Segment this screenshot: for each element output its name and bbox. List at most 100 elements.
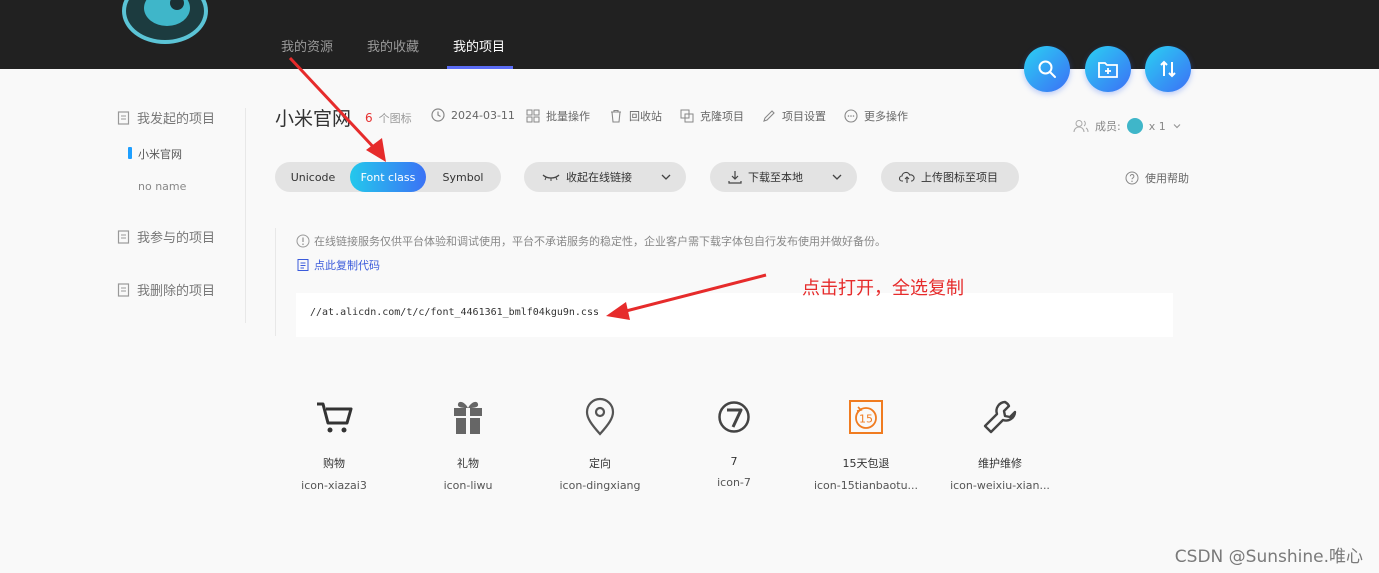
download-local-button[interactable]: 下载至本地 bbox=[710, 162, 857, 192]
icon-name: 维护维修 bbox=[978, 457, 1022, 470]
icon-count-label: 个图标 bbox=[378, 112, 412, 125]
sidebar-initiated-projects[interactable]: 我发起的项目 bbox=[117, 108, 215, 127]
notice-divider bbox=[275, 228, 276, 336]
sort-arrows-icon bbox=[1160, 60, 1176, 78]
icon-card-gift[interactable]: 礼物 icon-liwu bbox=[408, 395, 528, 492]
icon-code: icon-7 bbox=[717, 476, 751, 489]
nav-tab-my-favorites[interactable]: 我的收藏 bbox=[367, 36, 419, 55]
icon-code: icon-liwu bbox=[443, 479, 493, 492]
new-folder-button[interactable] bbox=[1085, 46, 1131, 92]
closed-eye-icon bbox=[542, 174, 560, 181]
notice-text: 在线链接服务仅供平台体验和调试使用，平台不承诺服务的稳定性，企业客户需下载字体包… bbox=[314, 235, 886, 248]
project-date: 2024-03-11 bbox=[431, 108, 515, 122]
more-icon bbox=[844, 109, 858, 123]
code-type-switch: Unicode Font class Symbol bbox=[275, 162, 501, 192]
online-link-notice: 在线链接服务仅供平台体验和调试使用，平台不承诺服务的稳定性，企业客户需下载字体包… bbox=[296, 233, 886, 249]
batch-label: 批量操作 bbox=[546, 110, 590, 123]
members-icon bbox=[1073, 120, 1089, 133]
icon-card-15-day-return[interactable]: 15 15天包退 icon-15tianbaotu... bbox=[806, 395, 926, 492]
location-pin-icon bbox=[585, 397, 615, 436]
sidebar-divider bbox=[245, 108, 246, 323]
sidebar-item-xiaomi[interactable]: 小米官网 bbox=[128, 146, 182, 162]
tab-symbol[interactable]: Symbol bbox=[425, 162, 501, 192]
tab-unicode[interactable]: Unicode bbox=[275, 162, 351, 192]
document-icon bbox=[117, 282, 130, 297]
trash-icon bbox=[611, 109, 621, 123]
css-link-code[interactable]: //at.alicdn.com/t/c/font_4461361_bmlf04k… bbox=[296, 293, 1173, 337]
chevron-down-icon bbox=[1173, 124, 1181, 129]
upload-label: 上传图标至项目 bbox=[921, 171, 998, 184]
chevron-down-icon bbox=[832, 174, 842, 180]
members-count: x 1 bbox=[1148, 119, 1166, 133]
help-label: 使用帮助 bbox=[1145, 172, 1189, 185]
icon-card-wrench[interactable]: 维护维修 icon-weixiu-xian... bbox=[940, 395, 1060, 492]
download-icon bbox=[728, 171, 742, 184]
date-text: 2024-03-11 bbox=[451, 108, 515, 122]
recycle-label: 回收站 bbox=[629, 110, 662, 123]
icon-count: 6 个图标 bbox=[365, 110, 412, 126]
sidebar-item-no-name[interactable]: no name bbox=[138, 180, 186, 193]
member-avatar bbox=[1126, 118, 1143, 134]
help-link[interactable]: 使用帮助 bbox=[1125, 170, 1189, 186]
svg-text:15: 15 bbox=[859, 413, 873, 426]
more-operations-button[interactable]: 更多操作 bbox=[844, 108, 908, 124]
icon-code: icon-weixiu-xian... bbox=[950, 479, 1050, 492]
sort-button[interactable] bbox=[1145, 46, 1191, 92]
question-icon bbox=[1125, 171, 1139, 185]
folder-add-icon bbox=[1098, 62, 1118, 78]
upload-icon-button[interactable]: 上传图标至项目 bbox=[881, 162, 1019, 192]
nav-tab-my-resources[interactable]: 我的资源 bbox=[281, 36, 333, 55]
icon-name: 定向 bbox=[589, 457, 611, 470]
download-label: 下载至本地 bbox=[748, 171, 803, 184]
clone-label: 克隆项目 bbox=[700, 110, 744, 123]
cart-icon bbox=[317, 402, 353, 433]
icon-name: 7 bbox=[730, 455, 738, 468]
wrench-icon bbox=[983, 400, 1017, 434]
clone-icon bbox=[680, 109, 694, 123]
members-dropdown[interactable]: 成员: x 1 bbox=[1073, 118, 1182, 134]
chevron-down-icon bbox=[661, 174, 671, 180]
collapse-link-label: 收起在线链接 bbox=[566, 171, 632, 184]
batch-operation-button[interactable]: 批量操作 bbox=[526, 108, 590, 124]
settings-label: 项目设置 bbox=[782, 110, 826, 123]
sidebar-label: 我删除的项目 bbox=[137, 284, 216, 299]
project-settings-button[interactable]: 项目设置 bbox=[762, 108, 826, 124]
sidebar-deleted-projects[interactable]: 我删除的项目 bbox=[117, 280, 215, 299]
clone-project-button[interactable]: 克隆项目 bbox=[680, 108, 744, 124]
icon-count-number: 6 bbox=[365, 111, 373, 125]
user-avatar[interactable] bbox=[122, 0, 208, 44]
nav-tab-my-projects[interactable]: 我的项目 bbox=[453, 36, 505, 55]
annotation-text: 点击打开，全选复制 bbox=[802, 278, 964, 299]
recycle-bin-button[interactable]: 回收站 bbox=[609, 108, 662, 124]
project-title: 小米官网 bbox=[275, 108, 352, 130]
copy-code-link[interactable]: 点此复制代码 bbox=[296, 257, 380, 273]
watermark: CSDN @Sunshine.唯心 bbox=[1174, 547, 1363, 567]
edit-icon bbox=[763, 110, 775, 122]
clock-icon bbox=[431, 108, 445, 122]
icon-name: 礼物 bbox=[457, 457, 479, 470]
search-button[interactable] bbox=[1024, 46, 1070, 92]
icon-card-cart[interactable]: 购物 icon-xiazai3 bbox=[274, 395, 394, 492]
icon-code: icon-dingxiang bbox=[559, 479, 641, 492]
copy-doc-icon bbox=[297, 259, 309, 271]
gift-icon bbox=[454, 401, 482, 434]
sidebar-joined-projects[interactable]: 我参与的项目 bbox=[117, 227, 215, 246]
fifteen-day-return-icon: 15 bbox=[849, 400, 883, 434]
collapse-online-link-button[interactable]: 收起在线链接 bbox=[524, 162, 686, 192]
cloud-upload-icon bbox=[899, 171, 915, 183]
document-icon bbox=[117, 110, 130, 125]
icon-card-location[interactable]: 定向 icon-dingxiang bbox=[540, 395, 660, 492]
warning-icon bbox=[296, 234, 310, 248]
icon-card-seven[interactable]: 7 icon-7 bbox=[674, 395, 794, 489]
sidebar-label: 我发起的项目 bbox=[137, 112, 216, 127]
tab-font-class[interactable]: Font class bbox=[350, 162, 426, 192]
document-icon bbox=[117, 229, 130, 244]
search-icon bbox=[1038, 60, 1056, 78]
members-label: 成员: bbox=[1095, 120, 1121, 133]
more-label: 更多操作 bbox=[864, 110, 908, 123]
copy-code-label: 点此复制代码 bbox=[314, 259, 380, 272]
icon-name: 购物 bbox=[323, 457, 345, 470]
icon-code: icon-15tianbaotu... bbox=[813, 479, 919, 492]
active-tab-indicator bbox=[447, 66, 513, 69]
seven-icon bbox=[718, 401, 750, 433]
